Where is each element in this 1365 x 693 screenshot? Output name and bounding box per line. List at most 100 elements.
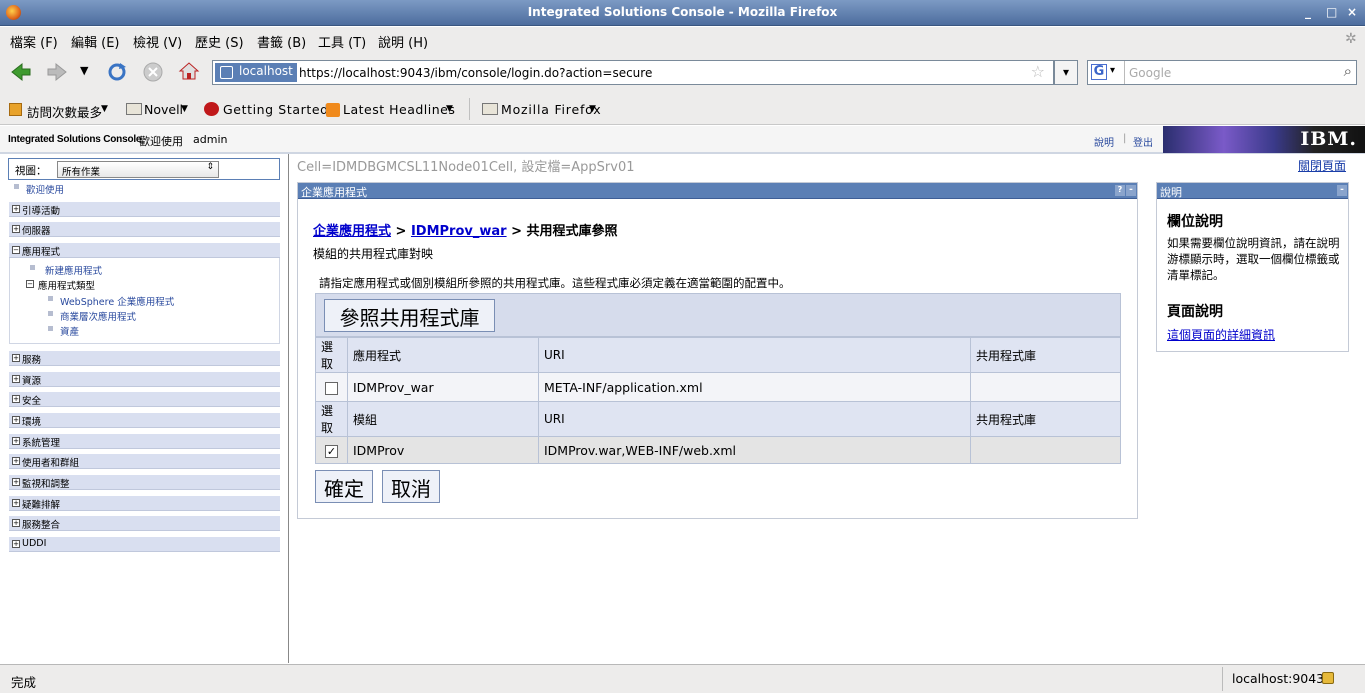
nav-resources[interactable]: + 資源 — [9, 372, 280, 387]
cancel-button[interactable]: 取消 — [382, 470, 440, 503]
subtitle: 模組的共用程式庫對映 — [313, 247, 434, 261]
expand-icon: + — [12, 395, 20, 403]
menu-help[interactable]: 說明 (H) — [378, 32, 428, 51]
close-window-button[interactable]: × — [1347, 5, 1357, 19]
nav-monitoring-and-tuning[interactable]: + 監視和調整 — [9, 475, 280, 490]
field-help-title: 欄位說明 — [1167, 214, 1223, 230]
history-dropdown-icon[interactable]: ▼ — [80, 64, 88, 77]
window-title: Integrated Solutions Console - Mozilla F… — [527, 5, 838, 19]
menu-edit[interactable]: 編輯 (E) — [71, 32, 120, 51]
minimize-button[interactable]: _ — [1305, 5, 1311, 19]
url-text: https://localhost:9043/ibm/console/login… — [299, 66, 653, 80]
collapse-icon: − — [12, 246, 20, 254]
address-bar[interactable]: localhost https://localhost:9043/ibm/con… — [212, 60, 1054, 85]
breadcrumb-enterprise-apps[interactable]: 企業應用程式 — [313, 224, 391, 239]
nav-servers[interactable]: + 伺服器 — [9, 222, 280, 237]
console-name: Integrated Solutions Console — [8, 134, 142, 145]
enterprise-apps-panel: 企業應用程式 ? - 企業應用程式 > IDMProv_war > 共用程式庫參… — [297, 182, 1138, 519]
home-icon[interactable] — [178, 60, 200, 82]
search-placeholder: Google — [1129, 66, 1172, 80]
redhat-icon — [204, 102, 219, 116]
nav-new-application[interactable]: 新建應用程式 — [45, 263, 102, 277]
menu-history[interactable]: 歷史 (S) — [195, 32, 244, 51]
col-module: 模組 — [347, 401, 539, 437]
nav-services[interactable]: + 服務 — [9, 351, 280, 366]
separator — [469, 98, 470, 120]
bullet-icon — [30, 265, 35, 270]
logout-link[interactable]: 登出 — [1133, 134, 1153, 149]
select-arrows-icon: ⇕ — [206, 162, 214, 172]
google-engine-icon[interactable]: G — [1091, 64, 1107, 80]
bookmark-novell[interactable]: Novell — [144, 102, 183, 117]
site-identity-button[interactable]: localhost — [215, 63, 297, 82]
stop-icon[interactable] — [142, 61, 164, 83]
bookmark-most-visited[interactable]: 訪問次數最多 — [27, 102, 102, 121]
nav-service-integration[interactable]: + 服務整合 — [9, 516, 280, 531]
ok-button[interactable]: 確定 — [315, 470, 373, 503]
panel-title: 企業應用程式 — [301, 186, 367, 199]
minimize-panel-icon[interactable]: - — [1337, 185, 1347, 196]
maximize-button[interactable]: □ — [1326, 5, 1337, 19]
nav-uddi[interactable]: + UDDI — [9, 537, 280, 552]
bullet-icon — [48, 326, 53, 331]
select-checkbox-idmprov-war[interactable] — [325, 381, 338, 395]
nav-welcome[interactable]: 歡迎使用 — [26, 182, 64, 196]
breadcrumb-idmprov-war[interactable]: IDMProv_war — [411, 224, 507, 239]
help-icon[interactable]: ? — [1115, 185, 1125, 196]
view-select-value: 所有作業 — [62, 167, 101, 178]
back-arrow-icon[interactable] — [10, 62, 32, 82]
window-titlebar: Integrated Solutions Console - Mozilla F… — [0, 0, 1365, 26]
col-application: 應用程式 — [347, 337, 539, 373]
bookmark-star-icon[interactable]: ☆ — [1031, 62, 1045, 81]
minimize-panel-icon[interactable]: - — [1126, 185, 1136, 196]
nav-websphere-enterprise-apps[interactable]: WebSphere 企業應用程式 — [60, 294, 174, 308]
nav-business-level-apps[interactable]: 商業層次應用程式 — [60, 309, 136, 323]
nav-guided-activities[interactable]: + 引導活動 — [9, 202, 280, 217]
bookmark-getting-started[interactable]: Getting Started — [223, 102, 329, 117]
help-link[interactable]: 說明 — [1094, 134, 1114, 149]
expand-icon: + — [12, 519, 20, 527]
expand-icon: + — [12, 354, 20, 362]
engine-dropdown-icon[interactable]: ▾ — [1110, 65, 1115, 76]
reference-shared-library-button[interactable]: 參照共用程式庫 — [324, 299, 495, 332]
close-page-link[interactable]: 關閉頁面 — [1298, 157, 1346, 174]
expand-icon: + — [12, 205, 20, 213]
shared-library-cell — [970, 372, 1121, 402]
forward-arrow-icon[interactable] — [46, 62, 68, 82]
view-select[interactable]: 所有作業 ⇕ — [57, 161, 219, 178]
help-panel-title: 說明 — [1160, 186, 1182, 199]
nav-environment[interactable]: + 環境 — [9, 413, 280, 428]
throbber-icon: ✲ — [1345, 31, 1357, 47]
nav-assets[interactable]: 資產 — [60, 324, 79, 338]
collapse-icon[interactable]: − — [26, 280, 34, 288]
expand-icon: + — [12, 416, 20, 424]
nav-troubleshooting[interactable]: + 疑難排解 — [9, 496, 280, 511]
nav-system-administration[interactable]: + 系統管理 — [9, 434, 280, 449]
chevron-down-icon: ▼ — [181, 104, 188, 114]
lock-icon[interactable] — [1322, 672, 1334, 684]
bookmark-mozilla-firefox[interactable]: Mozilla Firefox — [501, 102, 601, 117]
menu-tools[interactable]: 工具 (T) — [318, 32, 366, 51]
menu-view[interactable]: 檢視 (V) — [133, 32, 182, 51]
menu-bookmarks[interactable]: 書籤 (B) — [257, 32, 306, 51]
select-checkbox-idmprov[interactable]: ✓ — [325, 444, 338, 458]
nav-application-types[interactable]: 應用程式類型 — [38, 278, 95, 292]
nav-security[interactable]: + 安全 — [9, 392, 280, 407]
menu-file[interactable]: 檔案 (F) — [10, 32, 58, 51]
search-bar[interactable]: G ▾ Google ⌕ — [1087, 60, 1357, 85]
nav-applications[interactable]: − 應用程式 — [9, 243, 280, 258]
page-help-link[interactable]: 這個頁面的詳細資訊 — [1167, 326, 1275, 343]
nav-users-and-groups[interactable]: + 使用者和群組 — [9, 454, 280, 469]
ibm-logo: IBM. — [1300, 128, 1357, 150]
bookmark-latest-headlines[interactable]: Latest Headlines — [343, 102, 455, 117]
search-icon[interactable]: ⌕ — [1344, 62, 1352, 80]
folder-icon — [482, 103, 498, 115]
bookmarks-toolbar: 訪問次數最多 ▼ Novell ▼ Getting Started Latest… — [0, 93, 1365, 125]
url-dropdown-button[interactable]: ▾ — [1054, 60, 1078, 85]
divider — [1222, 667, 1223, 691]
reload-icon[interactable] — [106, 61, 128, 83]
view-selector: 視圖： 所有作業 ⇕ — [8, 158, 280, 180]
col-uri: URI — [538, 401, 971, 437]
most-visited-icon — [9, 103, 22, 116]
chevron-down-icon: ▼ — [446, 104, 453, 114]
